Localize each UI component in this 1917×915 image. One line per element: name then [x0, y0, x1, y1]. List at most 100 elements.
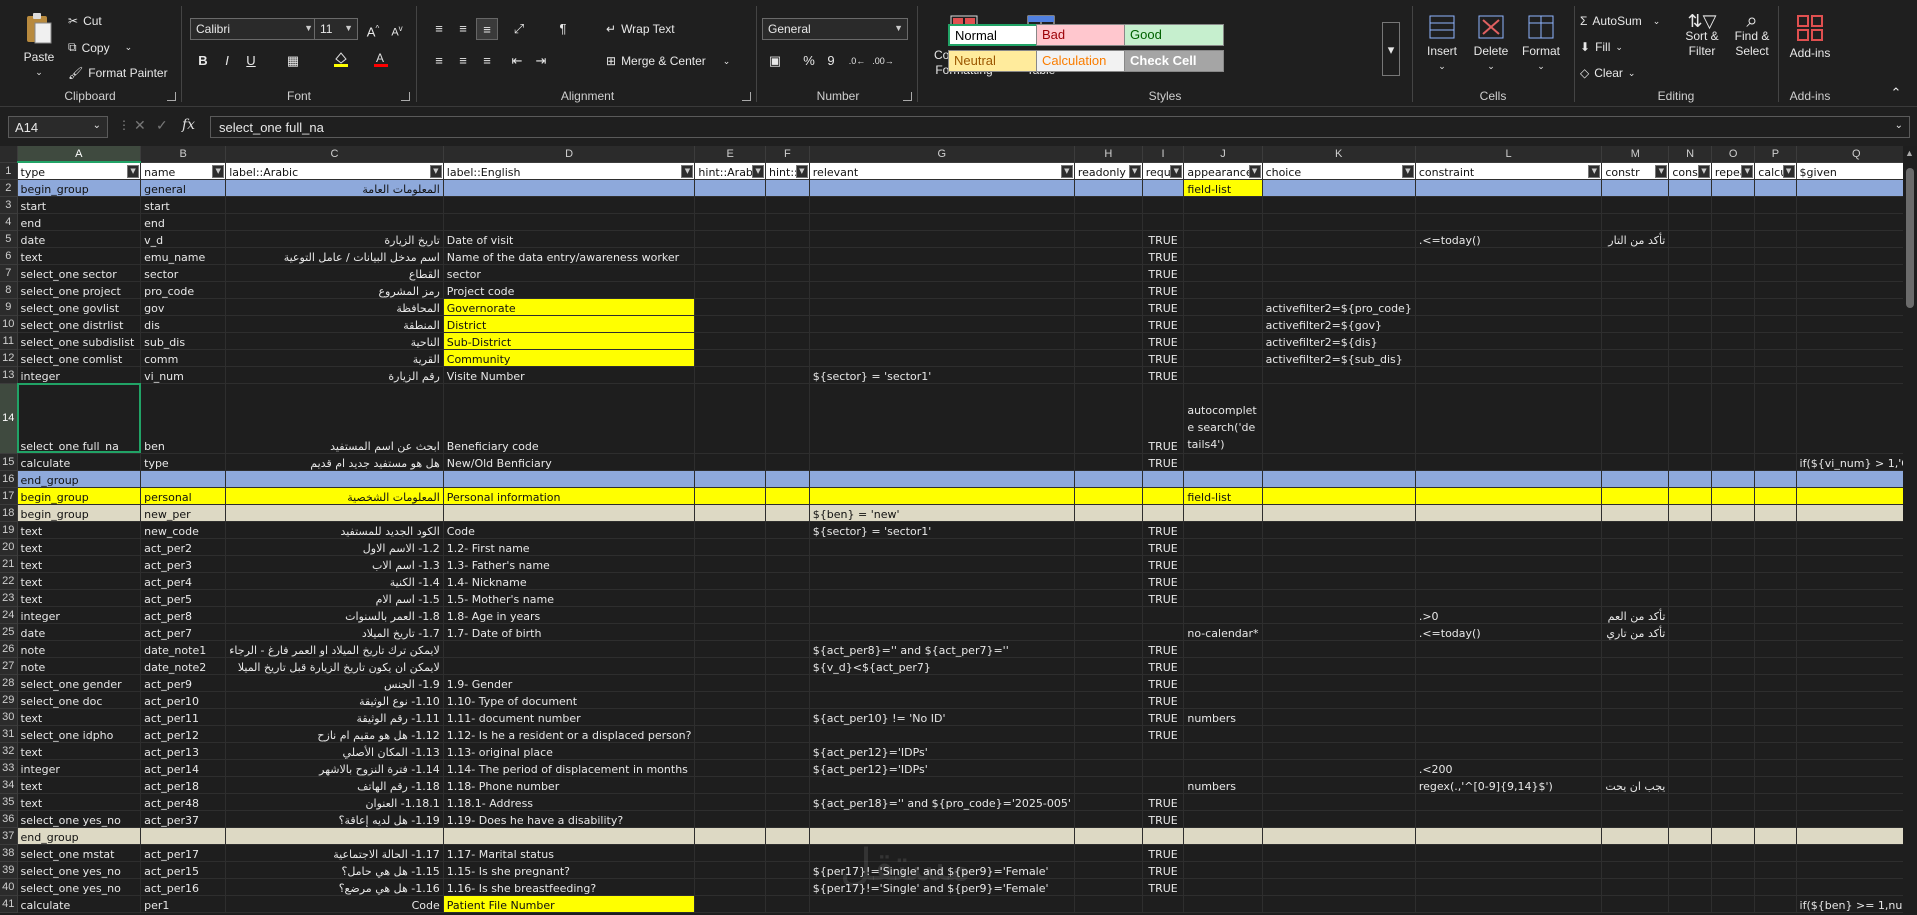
cell-m36[interactable] [1601, 810, 1670, 828]
cell-k41[interactable] [1262, 895, 1416, 913]
cell-m6[interactable] [1601, 247, 1670, 265]
cell-c35[interactable]: 1.18.1- العنوان [225, 793, 444, 811]
cell-n24[interactable] [1668, 606, 1712, 624]
cell-i3[interactable] [1142, 196, 1185, 214]
cell-d19[interactable]: Code [443, 521, 696, 539]
cell-f28[interactable] [765, 674, 810, 692]
cell-a27[interactable]: note [17, 657, 142, 675]
cell-b25[interactable]: act_per7 [140, 623, 227, 641]
cell-e24[interactable] [694, 606, 767, 624]
row-header[interactable]: 36 [0, 810, 18, 828]
row-header[interactable]: 32 [0, 742, 18, 760]
cell-l34[interactable]: regex(.,'^[0-9]{9,14}$') [1415, 776, 1603, 794]
cell-p32[interactable] [1754, 742, 1797, 760]
cell-i4[interactable] [1142, 213, 1185, 231]
cell-g21[interactable] [809, 555, 1075, 573]
cell-a10[interactable]: select_one distrlist [17, 315, 142, 333]
cell-e10[interactable] [694, 315, 767, 333]
cell-j10[interactable] [1183, 315, 1263, 333]
cell-l17[interactable] [1415, 487, 1603, 505]
format-button[interactable]: Format ⌄ [1518, 14, 1564, 74]
cell-p17[interactable] [1754, 487, 1797, 505]
cell-q8[interactable] [1796, 281, 1917, 299]
header-cell-q[interactable]: $given▼ [1796, 162, 1917, 180]
row-header[interactable]: 35 [0, 793, 18, 811]
cell-o38[interactable] [1711, 844, 1756, 862]
cell-g35[interactable]: ${act_per18}='' and ${pro_code}='2025-00… [809, 793, 1075, 811]
cell-o36[interactable] [1711, 810, 1756, 828]
cell-l23[interactable] [1415, 589, 1603, 607]
cell-q19[interactable] [1796, 521, 1917, 539]
cell-a25[interactable]: date [17, 623, 142, 641]
cell-a26[interactable]: note [17, 640, 142, 658]
cell-p26[interactable] [1754, 640, 1797, 658]
cell-j23[interactable] [1183, 589, 1263, 607]
cell-m9[interactable] [1601, 298, 1670, 316]
cell-o9[interactable] [1711, 298, 1756, 316]
cell-k16[interactable] [1262, 470, 1416, 488]
cell-d28[interactable]: 1.9- Gender [443, 674, 696, 692]
cell-h5[interactable] [1074, 230, 1143, 248]
cell-k13[interactable] [1262, 366, 1416, 384]
cell-m19[interactable] [1601, 521, 1670, 539]
cell-e16[interactable] [694, 470, 767, 488]
cell-m2[interactable] [1601, 179, 1670, 197]
cell-f38[interactable] [765, 844, 810, 862]
cell-l41[interactable] [1415, 895, 1603, 913]
cell-f11[interactable] [765, 332, 810, 350]
row-header[interactable]: 2 [0, 179, 18, 197]
cell-q14[interactable] [1796, 383, 1917, 454]
column-header-h[interactable]: H [1074, 146, 1143, 163]
cell-f19[interactable] [765, 521, 810, 539]
cell-f21[interactable] [765, 555, 810, 573]
align-middle-icon[interactable]: ≡ [452, 18, 474, 40]
cell-i10[interactable]: TRUE [1142, 315, 1185, 333]
cell-c38[interactable]: 1.17- الحالة الاجتماعية [225, 844, 444, 862]
header-cell-c[interactable]: label::Arabic ▼ [225, 162, 444, 180]
cell-i13[interactable]: TRUE [1142, 366, 1185, 384]
borders-icon[interactable]: ▦ [282, 50, 304, 72]
cell-l7[interactable] [1415, 264, 1603, 282]
cell-d29[interactable]: 1.10- Type of document [443, 691, 696, 709]
cell-m40[interactable] [1601, 878, 1670, 896]
cell-h16[interactable] [1074, 470, 1143, 488]
cell-a17[interactable]: begin_group [17, 487, 142, 505]
cell-b36[interactable]: act_per37 [140, 810, 227, 828]
cell-i8[interactable]: TRUE [1142, 281, 1185, 299]
cell-c18[interactable] [225, 504, 444, 522]
autosum-button[interactable]: Σ AutoSum ⌄ [1580, 14, 1660, 28]
cell-j26[interactable] [1183, 640, 1263, 658]
cell-o7[interactable] [1711, 264, 1756, 282]
cell-q3[interactable] [1796, 196, 1917, 214]
cell-e7[interactable] [694, 264, 767, 282]
cell-h40[interactable] [1074, 878, 1143, 896]
column-header-c[interactable]: C [225, 146, 444, 163]
cell-q10[interactable] [1796, 315, 1917, 333]
cell-p20[interactable] [1754, 538, 1797, 556]
cell-e22[interactable] [694, 572, 767, 590]
column-header-j[interactable]: J [1183, 146, 1263, 163]
row-header[interactable]: 37 [0, 827, 18, 845]
cell-m33[interactable] [1601, 759, 1670, 777]
cell-j9[interactable] [1183, 298, 1263, 316]
cell-o29[interactable] [1711, 691, 1756, 709]
cell-style-bad[interactable]: Bad [1036, 24, 1136, 46]
cell-j34[interactable]: numbers [1183, 776, 1263, 794]
cell-l31[interactable] [1415, 725, 1603, 743]
cell-q2[interactable] [1796, 179, 1917, 197]
cell-d30[interactable]: 1.11- document number [443, 708, 696, 726]
wrap-text-button[interactable]: ↵ Wrap Text [606, 22, 675, 36]
cell-o15[interactable] [1711, 453, 1756, 471]
cell-b32[interactable]: act_per13 [140, 742, 227, 760]
cell-f12[interactable] [765, 349, 810, 367]
filter-dropdown-icon[interactable]: ▼ [127, 165, 140, 178]
cell-o23[interactable] [1711, 589, 1756, 607]
cell-o14[interactable] [1711, 383, 1756, 454]
cell-k26[interactable] [1262, 640, 1416, 658]
filter-dropdown-icon[interactable]: ▼ [429, 164, 442, 178]
header-cell-d[interactable]: label::English ▼ [443, 162, 696, 180]
cell-q26[interactable] [1796, 640, 1917, 658]
cell-a5[interactable]: date [17, 230, 142, 248]
cell-j32[interactable] [1183, 742, 1263, 760]
cell-p3[interactable] [1754, 196, 1797, 214]
